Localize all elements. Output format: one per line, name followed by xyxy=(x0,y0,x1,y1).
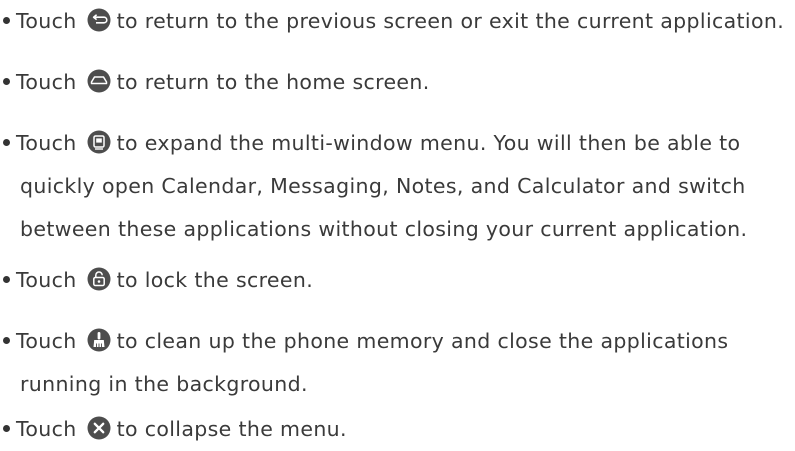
back-icon xyxy=(87,8,111,32)
touch-label: Touch xyxy=(16,329,77,353)
list-item-line: Touch to expand the multi-window menu. Y… xyxy=(0,122,795,165)
touch-label: Touch xyxy=(16,417,77,441)
bullet xyxy=(3,275,10,283)
list-item-line: quickly open Calendar, Messaging, Notes,… xyxy=(20,174,746,198)
item-text: to collapse the menu. xyxy=(116,417,347,441)
touch-label: Touch xyxy=(16,9,77,33)
list-item-line: Touch to collapse the menu. xyxy=(0,408,795,451)
list-item: Touch to collapse the menu. xyxy=(0,408,795,451)
list-item-line: Touch to return to the previous screen o… xyxy=(0,0,795,43)
multi-window-icon xyxy=(87,130,111,154)
list-item-line: Touch to clean up the phone memory and c… xyxy=(0,320,795,363)
close-icon xyxy=(87,416,111,440)
list-item: Touch to return to the previous screen o… xyxy=(0,0,795,43)
list-item: Touch to expand the multi-window menu. Y… xyxy=(0,122,795,251)
bullet xyxy=(3,138,10,146)
touch-label: Touch xyxy=(16,131,77,155)
list-item: Touch to clean up the phone memory and c… xyxy=(0,320,795,406)
home-icon xyxy=(87,69,111,93)
list-item: Touch to lock the screen. xyxy=(0,259,795,302)
item-text: to return to the previous screen or exit… xyxy=(116,9,785,33)
list-item-line: Touch to return to the home screen. xyxy=(0,61,795,104)
list-item-line: between these applications without closi… xyxy=(20,217,748,241)
clean-brush-icon xyxy=(87,328,111,352)
lock-icon xyxy=(87,267,111,291)
bullet xyxy=(3,16,10,24)
bullet xyxy=(3,424,10,432)
list-item-line: running in the background. xyxy=(20,372,308,396)
item-text: to return to the home screen. xyxy=(116,70,430,94)
bullet xyxy=(3,336,10,344)
touch-label: Touch xyxy=(16,268,77,292)
bullet xyxy=(3,77,10,85)
list-item: Touch to return to the home screen. xyxy=(0,61,795,104)
item-text: to clean up the phone memory and close t… xyxy=(116,329,729,353)
item-text: to lock the screen. xyxy=(116,268,314,292)
list-item-line: Touch to lock the screen. xyxy=(0,259,795,302)
touch-label: Touch xyxy=(16,70,77,94)
item-text: to expand the multi-window menu. You wil… xyxy=(116,131,741,155)
